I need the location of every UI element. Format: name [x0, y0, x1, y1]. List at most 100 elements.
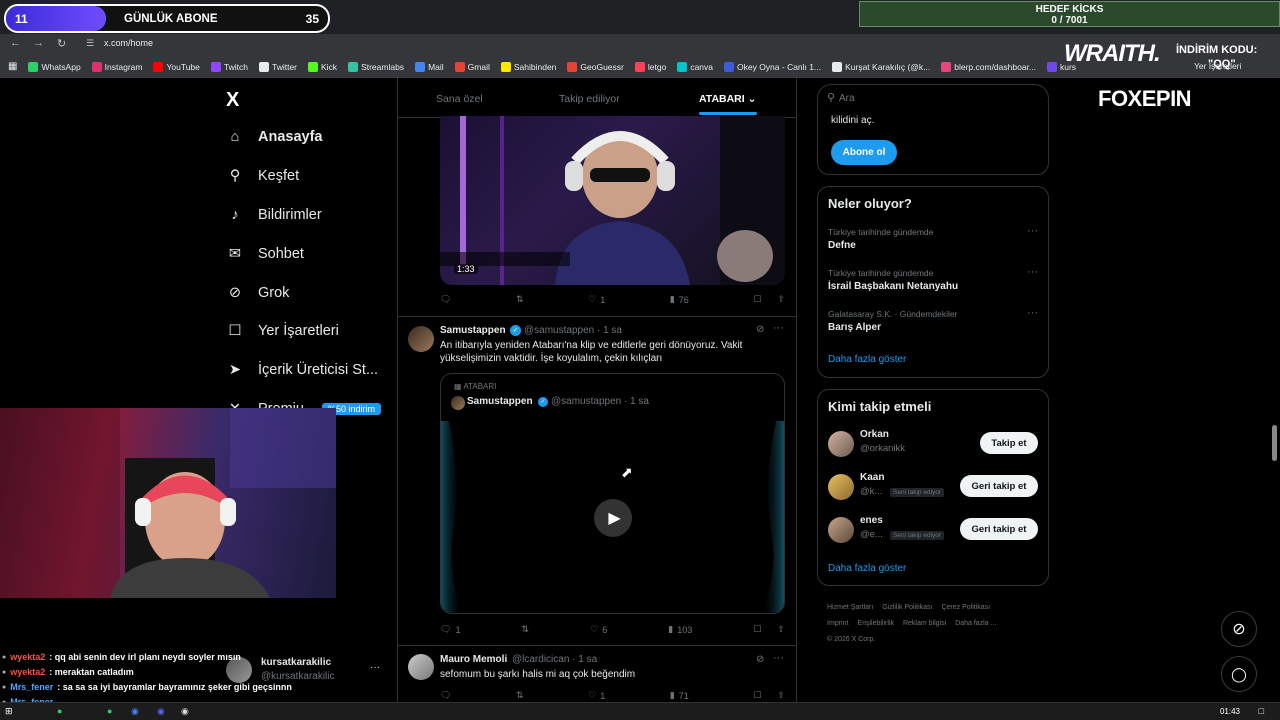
footer-link[interactable]: Gizlilik Politikası: [882, 604, 932, 611]
bookmark-item[interactable]: Twitch: [210, 61, 248, 72]
reply-button[interactable]: 🗨: [440, 294, 451, 305]
bookmark-item[interactable]: Instagram: [91, 61, 142, 72]
follow-button[interactable]: Geri takip et: [960, 518, 1038, 540]
bookmark-item[interactable]: Twitter: [258, 61, 297, 72]
bookmark-icon[interactable]: ☐: [753, 690, 761, 701]
more-icon[interactable]: ···: [1027, 266, 1038, 278]
bookmark-item[interactable]: Sahibinden: [500, 61, 556, 72]
bookmark-item[interactable]: Okey Oyna - Canlı 1...: [724, 61, 821, 72]
nav-item-rocket[interactable]: ➤ İçerik Üreticisi St...: [226, 361, 378, 379]
url-field[interactable]: x.com/home: [104, 38, 153, 48]
nav-item-grok[interactable]: ⊘ Grok: [226, 284, 290, 302]
bookmark-item[interactable]: WhatsApp: [28, 61, 81, 72]
avatar[interactable]: [408, 326, 434, 352]
grok-fab[interactable]: ⊘: [1221, 611, 1257, 647]
foxepin-logo: FOXEPIN: [1098, 86, 1192, 111]
views-button[interactable]: ▮ 71: [670, 690, 689, 701]
bookmark-label: Kick: [321, 61, 338, 72]
tweet-author-handle[interactable]: @samustappen · 1 sa: [524, 325, 622, 336]
follow-button[interactable]: Takip et: [980, 432, 1038, 454]
nav-item-home[interactable]: ⌂ Anasayfa: [226, 128, 323, 146]
nav-item-mail[interactable]: ✉ Sohbet: [226, 245, 304, 263]
messages-fab[interactable]: ◯: [1221, 656, 1257, 692]
bookmark-item[interactable]: Gmail: [454, 61, 490, 72]
bookmark-item[interactable]: GeoGuessr: [567, 61, 624, 72]
footer-link[interactable]: Hizmet Şartları: [827, 604, 873, 611]
sub-current-count: 11: [15, 12, 28, 26]
reload-icon[interactable]: ↻: [57, 37, 66, 50]
reply-button[interactable]: 🗨 1: [440, 624, 460, 635]
tweet-video[interactable]: 1:33: [440, 116, 785, 285]
share-icon[interactable]: ⇧: [777, 624, 785, 635]
chrome-icon[interactable]: ◉: [131, 706, 139, 717]
notification-icon[interactable]: □: [1259, 706, 1264, 716]
nav-item-search[interactable]: ⚲ Keşfet: [226, 167, 299, 185]
discord-icon[interactable]: ◉: [157, 706, 165, 717]
share-icon[interactable]: ⇧: [777, 294, 785, 305]
bookmark-icon[interactable]: ☐: [753, 624, 761, 635]
more-icon[interactable]: ···: [773, 652, 784, 664]
tweet-author-name[interactable]: Samustappen: [440, 325, 506, 336]
bookmark-item[interactable]: letgo: [634, 61, 666, 72]
nav-item-bell[interactable]: ♪ Bildirimler: [226, 206, 321, 224]
view-count: 71: [678, 690, 689, 701]
quote-video-player[interactable]: ▶: [441, 421, 784, 613]
bookmark-icon[interactable]: ☐: [753, 294, 761, 305]
more-icon[interactable]: ···: [1027, 307, 1038, 319]
play-button[interactable]: ▶: [594, 499, 632, 537]
bookmark-item[interactable]: Streamlabs: [348, 61, 404, 72]
repost-button[interactable]: ⇅: [516, 690, 524, 701]
tweet-separator: [398, 316, 796, 317]
footer-link[interactable]: © 2026 X Corp.: [827, 636, 875, 643]
premium-text: kilidini aç.: [831, 115, 875, 126]
tab-following[interactable]: Takip ediliyor: [559, 93, 620, 105]
repost-button[interactable]: ⇅: [516, 294, 524, 305]
apps-icon[interactable]: ▦: [8, 61, 17, 72]
share-icon[interactable]: ⇧: [777, 690, 785, 701]
nav-item-bookmark[interactable]: ☐ Yer İşaretleri: [226, 322, 339, 340]
bookmark-item[interactable]: Kick: [308, 61, 338, 72]
like-button[interactable]: ♡ 1: [588, 690, 605, 701]
subscribe-button[interactable]: Abone ol: [831, 140, 897, 165]
footer-link[interactable]: Erişilebilirlik: [857, 620, 894, 627]
site-info-icon[interactable]: ☰: [86, 38, 94, 49]
x-logo[interactable]: X: [226, 89, 239, 112]
start-icon[interactable]: ⊞: [5, 706, 13, 717]
like-button[interactable]: ♡ 1: [588, 294, 605, 305]
nav-item-label: Keşfet: [258, 168, 300, 184]
bookmark-item[interactable]: Mail: [415, 61, 444, 72]
like-button[interactable]: ♡ 6: [590, 624, 607, 635]
bookmark-item[interactable]: blerp.com/dashboar...: [941, 61, 1036, 72]
obs-icon[interactable]: ◉: [181, 706, 189, 717]
bookmark-item[interactable]: YouTube: [153, 61, 200, 72]
tweet-author-name[interactable]: Mauro Memoli: [440, 654, 507, 665]
whatsapp-icon[interactable]: ●: [57, 706, 62, 716]
follow-button[interactable]: Geri takip et: [960, 475, 1038, 497]
views-button[interactable]: ▮ 103: [668, 624, 692, 635]
bookmark-item[interactable]: canva: [677, 61, 713, 72]
footer-link[interactable]: Reklam bilgisi: [903, 620, 946, 627]
tab-atabari[interactable]: ATABARI ⌄: [699, 93, 756, 105]
footer-link[interactable]: Daha fazla ...: [955, 620, 996, 627]
avatar[interactable]: [408, 654, 434, 680]
footer-link[interactable]: Çerez Politikası: [941, 604, 990, 611]
footer-link[interactable]: Imprint: [827, 620, 848, 627]
page-scrollbar[interactable]: [1272, 425, 1277, 461]
whatsapp-taskbar-icon[interactable]: ●: [107, 706, 112, 716]
tweet-author-handle[interactable]: @lcardicican · 1 sa: [512, 654, 597, 665]
reply-button[interactable]: 🗨: [440, 690, 451, 701]
follow-show-more[interactable]: Daha fazla göster: [828, 563, 906, 574]
quoted-tweet[interactable]: ▦ ATABARI Samustappen ✓ @samustappen · 1…: [440, 373, 785, 614]
bookmark-item[interactable]: Kurşat Karakılıç (@k...: [832, 61, 930, 72]
views-button[interactable]: ▮ 76: [670, 294, 689, 305]
grok-icon[interactable]: ⊘: [756, 324, 764, 335]
tab-for-you[interactable]: Sana özel: [436, 93, 483, 105]
like-count: 1: [600, 294, 606, 305]
forward-icon[interactable]: →: [33, 37, 44, 49]
grok-icon[interactable]: ⊘: [756, 654, 764, 665]
more-icon[interactable]: ···: [773, 322, 784, 334]
trends-show-more[interactable]: Daha fazla göster: [828, 354, 906, 365]
repost-button[interactable]: ⇅: [522, 624, 530, 635]
more-icon[interactable]: ···: [1027, 225, 1038, 237]
back-icon[interactable]: ←: [10, 37, 21, 49]
